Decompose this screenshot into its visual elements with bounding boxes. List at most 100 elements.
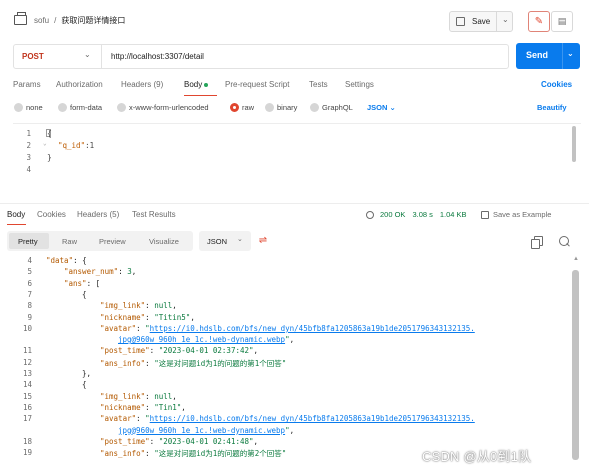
json-key: "img_link" — [100, 391, 146, 401]
line-number: 4 — [27, 256, 32, 265]
tab-pre-request-script[interactable]: Pre-request Script — [225, 80, 289, 89]
json-token: : — [136, 414, 146, 424]
url-link[interactable]: https://i0.hdslb.com/bfs/new_dyn/45bfb8f… — [150, 414, 475, 423]
request-scrollbar[interactable] — [572, 126, 576, 162]
radio-none[interactable]: none — [14, 103, 43, 112]
code-text: "post_time": "2023-04-01 02:41:48", — [100, 437, 258, 446]
raw-format-select[interactable]: JSON ⌄ — [367, 103, 396, 112]
line-number: 11 — [22, 346, 32, 356]
json-token: : — [145, 402, 155, 412]
json-token: "2023-04-01 02:41:48" — [158, 436, 254, 446]
pane-divider[interactable] — [0, 203, 589, 204]
send-label: Send — [526, 50, 549, 60]
send-button[interactable]: Send ⌄ — [516, 43, 580, 69]
request-header: sofu / 获取问题详情接口 Save ⌄ ✎ ▤ — [0, 0, 589, 42]
json-token: , — [131, 267, 137, 277]
json-token: "Tin1" — [154, 402, 182, 412]
response-format-label: JSON — [207, 237, 228, 246]
tab-settings[interactable]: Settings — [345, 80, 374, 89]
fold-arrow-icon[interactable]: ⌄ — [43, 140, 47, 147]
tab-test-results[interactable]: Test Results — [132, 210, 176, 219]
request-body-editor[interactable]: 1 2 3 4 { ⌄ "q_id":1 } — [13, 123, 581, 201]
json-token: null — [154, 391, 173, 401]
radio-urlencoded[interactable]: x-www-form-urlencoded — [117, 103, 209, 112]
radio-graphql[interactable]: GraphQL — [310, 103, 353, 112]
save-label: Save — [472, 17, 491, 26]
breadcrumb-separator: / — [54, 16, 57, 25]
tab-response-cookies[interactable]: Cookies — [37, 210, 66, 219]
line-number: 17 — [22, 414, 32, 424]
json-token: "2023-04-01 02:37:42" — [158, 346, 254, 356]
response-format-select[interactable]: JSON ⌄ — [199, 231, 251, 251]
response-size[interactable]: 1.04 KB — [440, 210, 467, 219]
code-text: "avatar": "https://i0.hdslb.com/bfs/new_… — [100, 324, 475, 333]
json-key: "img_link" — [100, 301, 146, 311]
tab-tests[interactable]: Tests — [309, 80, 328, 89]
code-text: "nickname": "Tin1", — [100, 403, 186, 412]
url-input[interactable]: http://localhost:3307/detail — [111, 52, 204, 61]
tab-response-headers[interactable]: Headers (5) — [77, 210, 119, 219]
tab-visualize[interactable]: Visualize — [149, 237, 179, 246]
json-token: : — [149, 436, 159, 446]
pencil-icon[interactable]: ✎ — [528, 11, 550, 32]
json-token: : — [145, 358, 155, 368]
search-icon[interactable] — [559, 236, 571, 248]
method-select[interactable]: POST — [22, 52, 44, 61]
response-status: 200 OK 3.08 s 1.04 KB — [366, 210, 467, 219]
code-text: "ans": [ — [64, 279, 100, 288]
save-button[interactable]: Save ⌄ — [449, 11, 513, 32]
tab-response-body[interactable]: Body — [7, 210, 25, 219]
json-token: : { — [73, 256, 87, 265]
tab-body[interactable]: Body — [184, 80, 209, 89]
radio-label: none — [26, 103, 43, 112]
radio-raw[interactable]: raw — [230, 103, 254, 112]
json-token: : — [145, 391, 155, 401]
json-token: { — [82, 289, 87, 299]
radio-label: x-www-form-urlencoded — [129, 103, 209, 112]
tab-pretty[interactable]: Pretty — [18, 237, 38, 246]
line-number: 4 — [26, 165, 31, 174]
save-icon — [456, 17, 465, 26]
chevron-down-icon[interactable]: ⌄ — [502, 15, 509, 24]
globe-icon[interactable] — [366, 210, 374, 219]
tab-headers[interactable]: Headers (9) — [121, 80, 163, 89]
chevron-down-icon[interactable]: ⌄ — [567, 49, 574, 58]
chevron-down-icon: ⌄ — [389, 103, 396, 112]
line-number: 18 — [22, 436, 32, 446]
url-divider — [101, 45, 102, 68]
response-time[interactable]: 3.08 s — [412, 210, 432, 219]
raw-format-label: JSON — [367, 103, 388, 112]
save-as-example-button[interactable]: Save as Example — [481, 210, 551, 219]
response-body-viewer[interactable]: 4 "data": {5 "answer_num": 3, 6 "ans": [7{8 "… — [0, 253, 574, 467]
scrollbar-thumb[interactable] — [572, 270, 579, 460]
json-token: "这是对问题id为1的问题的第2个回答" — [154, 449, 287, 459]
json-token: , — [190, 312, 195, 322]
url-link[interactable]: jpg@960w_960h_1e_1c.!web-dynamic.webp — [118, 335, 285, 344]
beautify-button[interactable]: Beautify — [537, 103, 567, 112]
tab-preview[interactable]: Preview — [99, 237, 126, 246]
code-text: }, — [82, 369, 91, 378]
comment-icon[interactable]: ▤ — [551, 11, 573, 32]
copy-icon[interactable] — [531, 236, 543, 249]
json-token: , — [289, 425, 295, 435]
request-name[interactable]: 获取问题详情接口 — [61, 15, 125, 26]
tab-authorization[interactable]: Authorization — [56, 80, 103, 89]
tab-raw[interactable]: Raw — [62, 237, 77, 246]
wrap-lines-icon[interactable]: ⇌ — [255, 234, 271, 248]
url-link[interactable]: jpg@960w_960h_1e_1c.!web-dynamic.webp — [118, 426, 285, 435]
chevron-down-icon[interactable]: ⌄ — [84, 50, 91, 59]
tab-params[interactable]: Params — [13, 80, 41, 89]
json-token: null — [154, 301, 173, 311]
json-token: , — [172, 391, 177, 401]
status-code[interactable]: 200 OK — [380, 210, 405, 219]
url-link[interactable]: https://i0.hdslb.com/bfs/new_dyn/45bfb8f… — [150, 324, 475, 333]
breadcrumb-collection[interactable]: sofu — [34, 16, 49, 25]
cookies-link[interactable]: Cookies — [541, 80, 572, 89]
radio-form-data[interactable]: form-data — [58, 103, 102, 112]
response-scrollbar[interactable]: ▲ — [572, 256, 580, 466]
scroll-up-arrow-icon[interactable]: ▲ — [573, 256, 579, 262]
radio-binary[interactable]: binary — [265, 103, 297, 112]
save-divider — [496, 12, 497, 31]
line-number: 16 — [22, 402, 32, 412]
line-number: 15 — [22, 391, 32, 401]
